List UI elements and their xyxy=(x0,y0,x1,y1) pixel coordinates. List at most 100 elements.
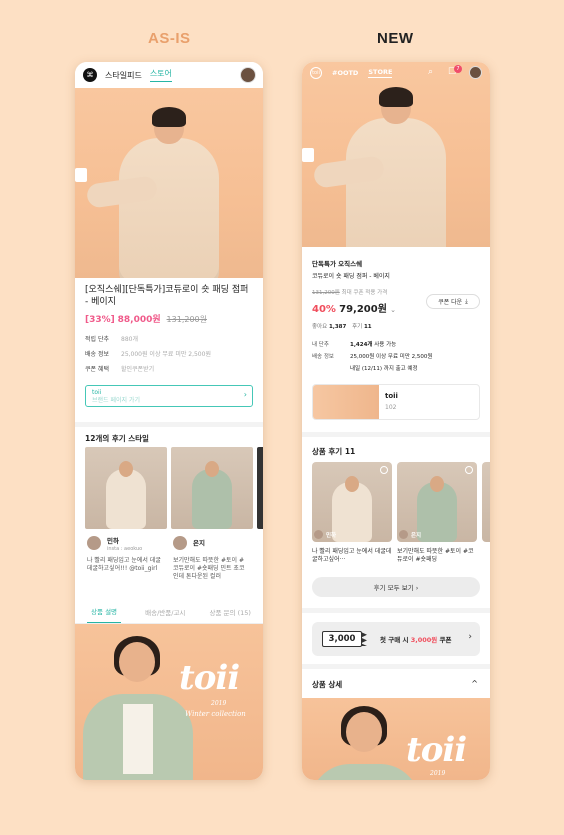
info-label: 내 단추 xyxy=(312,342,329,348)
brand-sub: 브랜드 페이지 가기 xyxy=(92,397,140,404)
chevron-up-icon[interactable]: ^ xyxy=(471,679,478,688)
asis-topbar: ⌘ 스타일피드 스토어 xyxy=(75,62,263,88)
app-logo-icon[interactable]: toii xyxy=(310,67,322,79)
coupon-link[interactable]: 할인쿠폰받기 xyxy=(121,364,154,373)
brand-banner: toii 2019 xyxy=(302,698,490,780)
banner-sub: Winter collection xyxy=(185,710,246,718)
divider xyxy=(302,664,490,669)
brand-name: toii xyxy=(385,392,398,400)
reviewer-avatar xyxy=(399,530,408,539)
original-price-row: 131,200원 최대 쿠폰 적용 가격 xyxy=(312,288,387,296)
app-logo-icon[interactable]: ⌘ xyxy=(83,68,97,82)
tab-ootd[interactable]: #OOTD xyxy=(332,69,358,77)
review-image[interactable] xyxy=(85,447,167,529)
discount-rate: [33%] xyxy=(85,315,115,325)
reviews-label: 후기 xyxy=(352,324,363,330)
reviewer-avatar xyxy=(173,536,187,550)
see-all-reviews-button[interactable]: 후기 모두 보기 › xyxy=(312,577,480,597)
info-shipping: 배송 정보 25,000원 이상 무료 미만 2,500원 xyxy=(312,352,432,360)
tab-store[interactable]: STORE xyxy=(368,68,393,78)
new-topbar: toii #OOTD STORE xyxy=(302,62,490,84)
coupon-download-button[interactable]: 쿠폰 다운 ⤓ xyxy=(426,294,480,309)
asis-phone: ⌘ 스타일피드 스토어 [오직스쉐][단독특가]코듀로이 숏 패딩 점퍼 - 베… xyxy=(75,62,263,780)
review-text: 보기만해도 따뜻한 #토이 #코듀로이 #숏패딩 민트 초코인데 톤다운된 컬러 xyxy=(173,557,245,580)
sale-price: 88,000원 xyxy=(117,315,161,325)
reviews-title-row: 상품 후기 11 xyxy=(312,446,355,457)
info-label: 적립 단추 xyxy=(85,336,109,343)
review-image[interactable] xyxy=(397,462,477,542)
info-label xyxy=(312,364,340,372)
tab-store[interactable]: 스토어 xyxy=(149,68,172,82)
discount-rate: 40% xyxy=(312,304,336,315)
tab-shipping[interactable]: 배송/반품/고시 xyxy=(145,607,185,617)
stats-row: 좋아요 1,387 후기 11 xyxy=(312,322,372,330)
info-label: 배송 정보 xyxy=(312,354,334,360)
divider xyxy=(75,422,263,427)
price-row: 40% 79,200원 ⌄ xyxy=(312,300,396,315)
brand-page-button[interactable]: toii 브랜드 페이지 가기 › xyxy=(85,385,253,407)
info-delivery: 내일 (12/11) 까지 출고 예정 xyxy=(312,364,418,372)
new-phone: toii #OOTD STORE ⌕ ☐ 7 단독특가 오직스쉐 코듀로이 숏 … xyxy=(302,62,490,780)
review-image[interactable] xyxy=(482,462,490,542)
asis-heading: AS-IS xyxy=(148,30,191,47)
coupon-download-label: 쿠폰 다운 xyxy=(438,299,463,306)
reviews-title-count: 11 xyxy=(344,447,356,456)
review-text: 나 빨리 패딩입고 눈에서 데굴데굴하고싶어··· xyxy=(312,548,392,563)
model-figure xyxy=(75,107,219,278)
original-price-note: 최대 쿠폰 적용 가격 xyxy=(341,290,388,296)
info-value: 880개 xyxy=(121,336,138,343)
brand-banner: toii 2019 Winter collection xyxy=(75,624,263,780)
info-value: 25,000원 이상 무료 미만 2,500원 xyxy=(121,351,211,358)
product-name: 코듀로이 숏 패딩 점퍼 - 베이지 xyxy=(312,273,390,280)
divider xyxy=(302,608,490,613)
info-points: 내 단추 1,424개 사용 가능 xyxy=(312,340,396,348)
original-price: 131,200원 xyxy=(166,315,207,324)
heart-icon[interactable] xyxy=(465,466,473,474)
reviewer-name: 민하 xyxy=(326,533,337,539)
info-value: 내일 (12/11) 까지 출고 예정 xyxy=(350,366,418,372)
tab-stylefeed[interactable]: 스타일피드 xyxy=(105,70,142,81)
price-row: [33%] 88,000원 131,200원 xyxy=(85,312,207,325)
review-image[interactable] xyxy=(257,447,263,529)
chevron-down-icon[interactable]: ⌄ xyxy=(390,306,396,314)
heart-icon[interactable] xyxy=(380,466,388,474)
info-label: 배송 정보 xyxy=(85,351,109,358)
product-tags: 단독특가 오직스쉐 xyxy=(312,260,363,268)
banner-year: 2019 xyxy=(211,700,227,707)
product-hero-image xyxy=(75,88,263,278)
download-icon: ⤓ xyxy=(465,297,468,305)
tab-inquiry[interactable]: 상품 문의 (15) xyxy=(210,607,251,617)
info-shipping: 배송 정보 25,000원 이상 무료 미만 2,500원 xyxy=(85,349,211,358)
review-image[interactable] xyxy=(312,462,392,542)
brand-name: toii xyxy=(92,389,102,396)
divider xyxy=(302,432,490,437)
detail-title: 상품 상세 xyxy=(312,680,343,689)
reviewer-name: 은지 xyxy=(411,533,422,539)
coupon-ticket: 3,000 xyxy=(322,631,362,647)
brand-card[interactable]: toii 102 xyxy=(312,384,480,420)
new-heading: NEW xyxy=(377,30,414,47)
first-purchase-coupon[interactable]: 3,000 첫 구매 시 3,000원 쿠폰 › xyxy=(312,622,480,656)
tab-description[interactable]: 상품 설명 xyxy=(87,600,122,623)
reviews-title: 12개의 후기 스타일 xyxy=(85,434,149,443)
sale-price: 79,200원 xyxy=(339,304,387,315)
reviewer-avatar xyxy=(314,530,323,539)
chevron-right-icon: › xyxy=(243,390,247,399)
reviewer-name: 민하 xyxy=(107,537,119,545)
coupon-text-c: 쿠폰 xyxy=(437,636,452,644)
detail-tabs: 상품 설명 배송/반품/고시 상품 문의 (15) xyxy=(75,600,263,624)
brand-image xyxy=(313,385,379,419)
product-hero-image xyxy=(302,62,490,247)
banner-logo: toii xyxy=(179,658,240,698)
info-value-strong: 1,424개 xyxy=(350,342,373,348)
product-name: [오직스쉐][단독특가]코듀로이 숏 패딩 점퍼 - 베이지 xyxy=(85,285,249,307)
model-figure xyxy=(302,87,446,247)
review-text: 보기만해도 따뜻한 #토이 #코듀로이 #숏패딩 xyxy=(397,548,474,563)
info-value-text: 사용 가능 xyxy=(372,342,397,348)
coupon-text: 첫 구매 시 3,000원 쿠폰 xyxy=(380,634,452,644)
original-price: 131,200원 xyxy=(312,290,340,296)
avatar[interactable] xyxy=(240,67,256,83)
review-image[interactable] xyxy=(171,447,253,529)
likes-count: 1,387 xyxy=(328,324,347,330)
reviews-title: 상품 후기 xyxy=(312,447,343,456)
